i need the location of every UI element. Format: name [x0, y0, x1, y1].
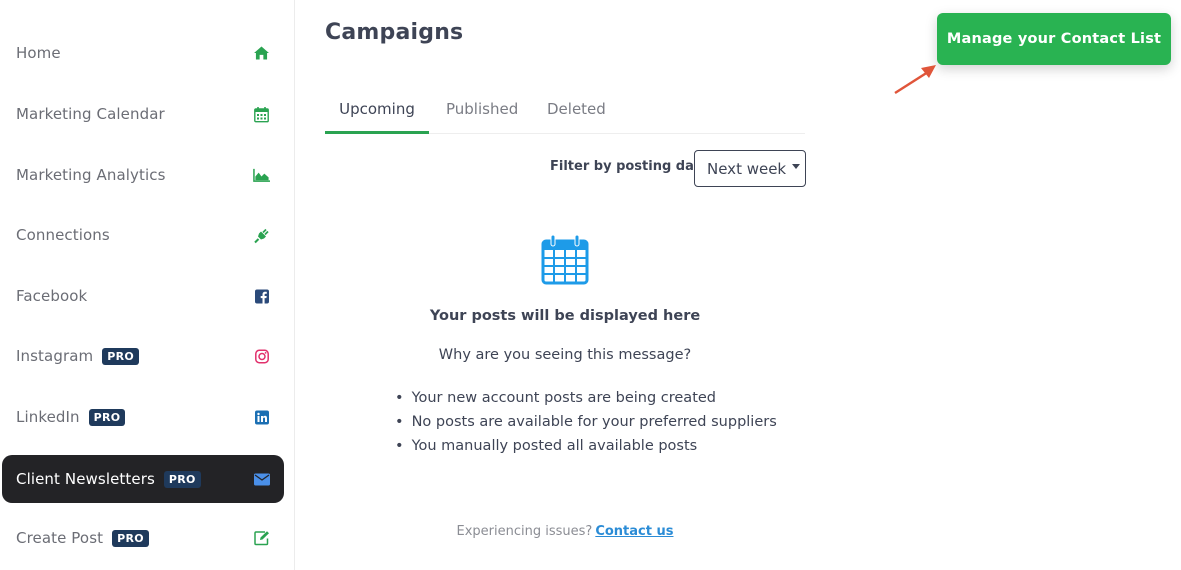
instagram-icon: [253, 348, 270, 365]
pointer-arrow-icon: [894, 65, 936, 95]
sidebar-item-connections[interactable]: Connections: [2, 211, 284, 259]
caret-down-icon: [792, 164, 801, 169]
support-footer: Experiencing issues? Contact us: [325, 524, 805, 539]
sidebar-item-create-post[interactable]: Create Post PRO: [2, 514, 284, 562]
tab-bar: Upcoming Published Deleted: [325, 94, 805, 134]
contact-us-link[interactable]: Contact us: [595, 524, 673, 539]
list-item: No posts are available for your preferre…: [395, 410, 777, 434]
home-icon: [253, 45, 270, 62]
sidebar-item-marketing-analytics[interactable]: Marketing Analytics: [2, 151, 284, 199]
facebook-icon: [253, 288, 270, 305]
manage-contact-list-button[interactable]: Manage your Contact List: [937, 13, 1171, 65]
linkedin-icon: [253, 409, 270, 426]
tab-deleted[interactable]: Deleted: [547, 94, 606, 134]
dropdown-value: Next week: [707, 159, 787, 178]
sidebar-item-label: Facebook: [16, 287, 88, 305]
page-title: Campaigns: [325, 20, 464, 45]
tab-upcoming[interactable]: Upcoming: [325, 94, 429, 134]
sidebar-item-linkedin[interactable]: LinkedIn PRO: [2, 393, 284, 441]
sidebar-item-marketing-calendar[interactable]: Marketing Calendar: [2, 90, 284, 138]
empty-state-title: Your posts will be displayed here: [429, 308, 701, 324]
sidebar-item-label: Create Post: [16, 529, 104, 547]
pro-badge: PRO: [102, 347, 140, 365]
list-item: You manually posted all available posts: [395, 434, 777, 458]
sidebar-item-label: Connections: [16, 226, 110, 244]
sidebar-item-label: Home: [16, 44, 61, 62]
sidebar-item-instagram[interactable]: Instagram PRO: [2, 332, 284, 380]
reasons-list: Your new account posts are being created…: [395, 386, 777, 458]
pro-badge: PRO: [112, 529, 149, 547]
edit-icon: [253, 530, 270, 547]
sidebar-item-facebook[interactable]: Facebook: [2, 272, 284, 320]
sidebar-item-client-newsletters[interactable]: Client Newsletters PRO: [2, 455, 284, 503]
area-chart-icon: [253, 167, 270, 184]
sidebar-item-label: Marketing Calendar: [16, 105, 165, 123]
empty-state-question: Why are you seeing this message?: [438, 347, 692, 363]
posting-date-dropdown[interactable]: Next week: [694, 150, 806, 187]
support-text: Experiencing issues?: [456, 524, 593, 539]
filter-label: Filter by posting date:: [550, 159, 715, 174]
sidebar-item-label: Client Newsletters: [16, 470, 155, 488]
calendar-icon: [540, 234, 590, 286]
plug-icon: [253, 227, 270, 244]
sidebar: Home Marketing Calendar Marketing Analyt…: [0, 0, 295, 570]
envelope-icon: [253, 471, 270, 488]
sidebar-item-label: Instagram: [16, 347, 94, 365]
tab-published[interactable]: Published: [446, 94, 518, 134]
sidebar-item-label: Marketing Analytics: [16, 166, 166, 184]
sidebar-item-label: LinkedIn: [16, 408, 80, 426]
pro-badge: PRO: [88, 408, 126, 426]
sidebar-item-home[interactable]: Home: [2, 29, 284, 77]
pro-badge: PRO: [163, 470, 201, 488]
calendar-icon: [253, 106, 270, 123]
list-item: Your new account posts are being created: [395, 386, 777, 410]
